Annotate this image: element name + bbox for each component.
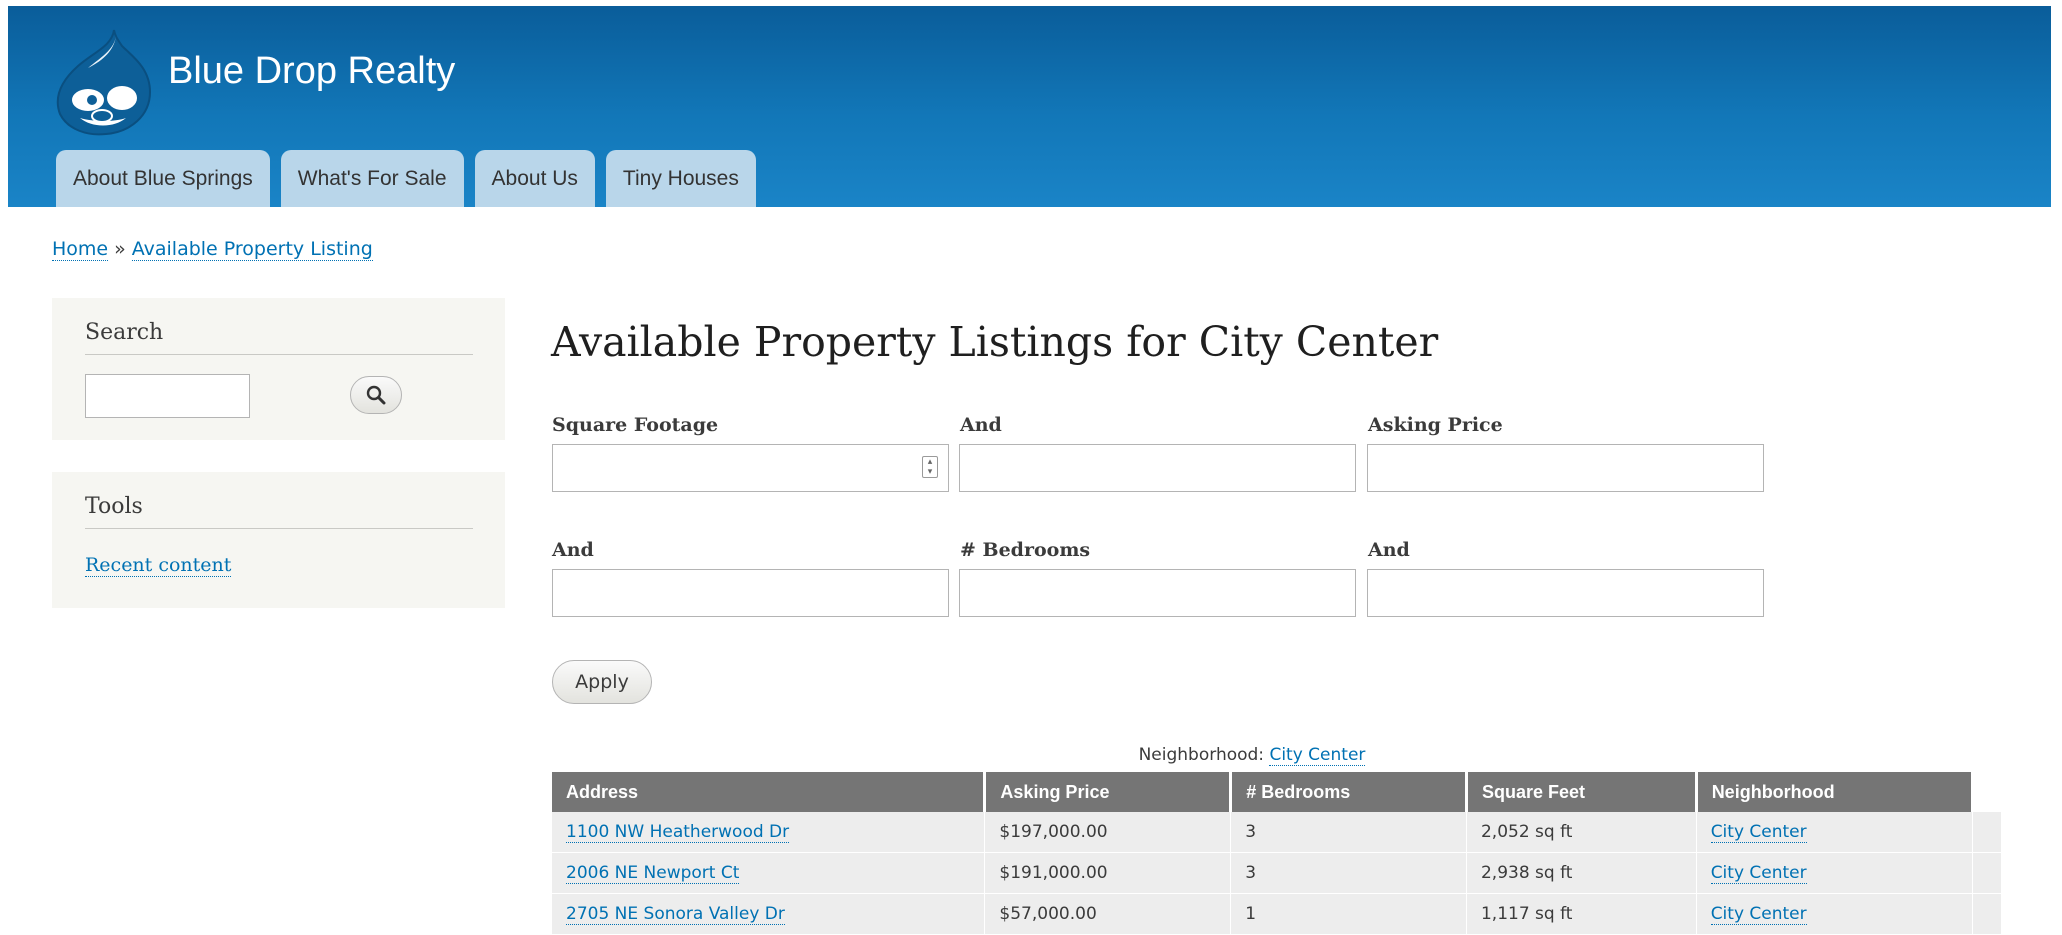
address-cell: 2705 NE Sonora Valley Dr <box>552 893 986 935</box>
address-cell: 2006 NE Newport Ct <box>552 852 986 894</box>
caption-neighborhood-link[interactable]: City Center <box>1269 745 1366 766</box>
site-header: Blue Drop Realty About Blue Springs What… <box>8 6 2051 207</box>
address-link[interactable]: 2705 NE Sonora Valley Dr <box>566 904 785 925</box>
table-row: 2006 NE Newport Ct $191,000.00 3 2,938 s… <box>552 852 2002 894</box>
square-footage-input[interactable]: ▴ ▾ <box>552 444 949 492</box>
square-footage-label: Square Footage <box>552 414 719 436</box>
breadcrumb-home-link[interactable]: Home <box>52 238 109 261</box>
neighborhood-cell: City Center <box>1696 893 1973 935</box>
tools-block: Tools Recent content <box>52 472 505 608</box>
square-feet-cell: 2,052 sq ft <box>1466 812 1697 853</box>
bedrooms-min-input[interactable] <box>959 569 1356 617</box>
page-title: Available Property Listings for City Cen… <box>551 318 1439 366</box>
property-listing-table: Address Asking Price # Bedrooms Square F… <box>552 772 2002 935</box>
breadcrumb-current-link[interactable]: Available Property Listing <box>131 238 373 261</box>
tab-about-blue-springs[interactable]: About Blue Springs <box>56 150 270 207</box>
table-row: 2705 NE Sonora Valley Dr $57,000.00 1 1,… <box>552 893 2002 935</box>
neighborhood-link[interactable]: City Center <box>1710 863 1807 884</box>
bedrooms-cell: 3 <box>1230 852 1467 894</box>
magnifier-icon <box>366 385 386 405</box>
main-menu: About Blue Springs What's For Sale About… <box>56 150 756 207</box>
spacer-cell <box>1972 852 2002 894</box>
tab-about-us[interactable]: About Us <box>474 150 595 207</box>
bedrooms-cell: 3 <box>1230 812 1467 853</box>
spacer-cell <box>1972 893 2002 935</box>
header-spacer <box>1972 772 2002 812</box>
site-name[interactable]: Blue Drop Realty <box>168 50 455 93</box>
recent-content-link[interactable]: Recent content <box>85 554 232 577</box>
header-address[interactable]: Address <box>552 772 987 812</box>
header-neighborhood[interactable]: Neighborhood <box>1696 772 1974 812</box>
tools-block-title: Tools <box>85 494 473 529</box>
asking-price-min-input[interactable] <box>1367 444 1764 492</box>
header-bedrooms[interactable]: # Bedrooms <box>1230 772 1468 812</box>
apply-button[interactable]: Apply <box>552 660 652 704</box>
address-link[interactable]: 2006 NE Newport Ct <box>566 863 740 884</box>
search-input[interactable] <box>85 374 250 418</box>
bedrooms-max-input[interactable] <box>1367 569 1764 617</box>
number-spinner-icon[interactable]: ▴ ▾ <box>922 456 938 478</box>
header-square-feet[interactable]: Square Feet <box>1466 772 1698 812</box>
square-footage-max-input[interactable] <box>959 444 1356 492</box>
search-block-title: Search <box>85 320 473 355</box>
neighborhood-cell: City Center <box>1696 852 1973 894</box>
address-link[interactable]: 1100 NW Heatherwood Dr <box>566 822 790 843</box>
spacer-cell <box>1972 812 2002 853</box>
tab-whats-for-sale[interactable]: What's For Sale <box>280 150 464 207</box>
header-asking-price[interactable]: Asking Price <box>984 772 1233 812</box>
price-cell: $57,000.00 <box>984 893 1232 935</box>
tab-tiny-houses[interactable]: Tiny Houses <box>605 150 756 207</box>
bedrooms-label: # Bedrooms <box>960 539 1091 561</box>
search-block: Search <box>52 298 505 440</box>
breadcrumb-separator: » <box>114 238 126 260</box>
asking-price-label: Asking Price <box>1368 414 1503 436</box>
neighborhood-cell: City Center <box>1696 812 1973 853</box>
bedrooms-cell: 1 <box>1230 893 1467 935</box>
address-cell: 1100 NW Heatherwood Dr <box>552 812 986 853</box>
square-feet-cell: 2,938 sq ft <box>1466 852 1697 894</box>
caption-label: Neighborhood: <box>1138 745 1265 765</box>
price-cell: $191,000.00 <box>984 852 1232 894</box>
neighborhood-link[interactable]: City Center <box>1710 904 1807 925</box>
asking-price-max-input[interactable] <box>552 569 949 617</box>
and-label-1: And <box>960 414 1002 436</box>
and-label-2: And <box>552 539 594 561</box>
neighborhood-link[interactable]: City Center <box>1710 822 1807 843</box>
table-row: 1100 NW Heatherwood Dr $197,000.00 3 2,0… <box>552 812 2002 853</box>
search-button[interactable] <box>350 376 402 414</box>
table-caption: Neighborhood: City Center <box>552 745 1952 766</box>
price-cell: $197,000.00 <box>984 812 1232 853</box>
and-label-3: And <box>1368 539 1410 561</box>
square-feet-cell: 1,117 sq ft <box>1466 893 1697 935</box>
table-header-row: Address Asking Price # Bedrooms Square F… <box>552 772 2002 812</box>
breadcrumb: Home» Available Property Listing <box>52 238 373 261</box>
drupal-drop-logo-icon[interactable] <box>52 28 156 136</box>
